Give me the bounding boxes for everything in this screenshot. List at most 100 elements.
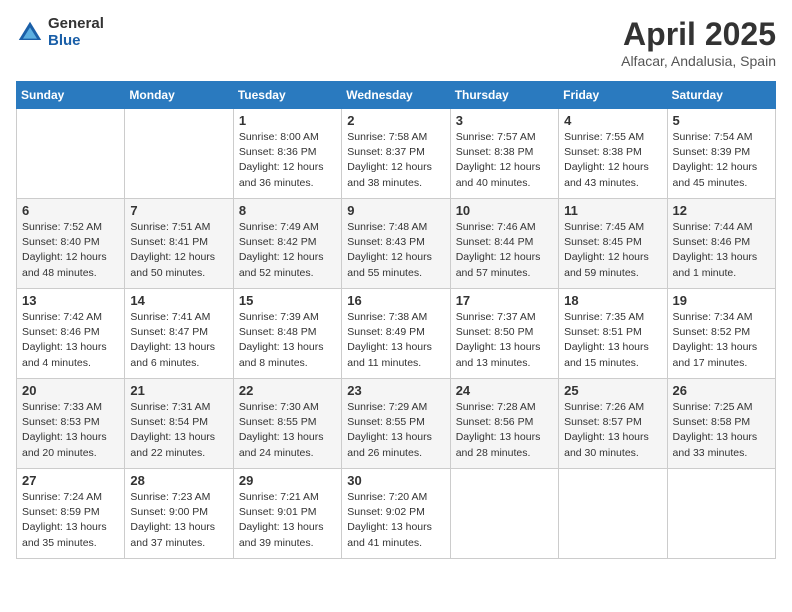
calendar-week-row: 13 Sunrise: 7:42 AMSunset: 8:46 PMDayligh… [17, 289, 776, 379]
day-number: 29 [239, 473, 336, 488]
calendar-cell: 2 Sunrise: 7:58 AMSunset: 8:37 PMDaylight… [342, 109, 450, 199]
weekday-header: Sunday [17, 82, 125, 109]
calendar-cell: 8 Sunrise: 7:49 AMSunset: 8:42 PMDaylight… [233, 199, 341, 289]
logo-icon [16, 19, 44, 47]
day-info: Sunrise: 7:31 AMSunset: 8:54 PMDaylight:… [130, 400, 227, 461]
calendar-cell: 15 Sunrise: 7:39 AMSunset: 8:48 PMDayligh… [233, 289, 341, 379]
calendar-cell: 27 Sunrise: 7:24 AMSunset: 8:59 PMDayligh… [17, 469, 125, 559]
day-info: Sunrise: 7:24 AMSunset: 8:59 PMDaylight:… [22, 490, 119, 551]
day-info: Sunrise: 7:33 AMSunset: 8:53 PMDaylight:… [22, 400, 119, 461]
day-number: 14 [130, 293, 227, 308]
title-area: April 2025 Alfacar, Andalusia, Spain [621, 16, 776, 69]
day-number: 10 [456, 203, 553, 218]
day-info: Sunrise: 7:48 AMSunset: 8:43 PMDaylight:… [347, 220, 444, 281]
weekday-header: Friday [559, 82, 667, 109]
day-number: 21 [130, 383, 227, 398]
calendar-week-row: 1 Sunrise: 8:00 AMSunset: 8:36 PMDaylight… [17, 109, 776, 199]
calendar-week-row: 20 Sunrise: 7:33 AMSunset: 8:53 PMDayligh… [17, 379, 776, 469]
day-number: 5 [673, 113, 770, 128]
calendar-cell: 21 Sunrise: 7:31 AMSunset: 8:54 PMDayligh… [125, 379, 233, 469]
day-info: Sunrise: 7:51 AMSunset: 8:41 PMDaylight:… [130, 220, 227, 281]
weekday-header: Saturday [667, 82, 775, 109]
day-number: 2 [347, 113, 444, 128]
calendar-cell: 6Sunrise: 7:52 AMSunset: 8:40 PMDaylight… [17, 199, 125, 289]
day-number: 25 [564, 383, 661, 398]
weekday-header: Thursday [450, 82, 558, 109]
calendar-cell: 5 Sunrise: 7:54 AMSunset: 8:39 PMDaylight… [667, 109, 775, 199]
day-info: Sunrise: 7:20 AMSunset: 9:02 PMDaylight:… [347, 490, 444, 551]
calendar-week-row: 6Sunrise: 7:52 AMSunset: 8:40 PMDaylight… [17, 199, 776, 289]
calendar-cell: 20 Sunrise: 7:33 AMSunset: 8:53 PMDayligh… [17, 379, 125, 469]
day-info: Sunrise: 7:45 AMSunset: 8:45 PMDaylight:… [564, 220, 661, 281]
day-info: Sunrise: 8:00 AMSunset: 8:36 PMDaylight:… [239, 130, 336, 191]
day-info: Sunrise: 7:35 AMSunset: 8:51 PMDaylight:… [564, 310, 661, 371]
day-info: Sunrise: 7:44 AMSunset: 8:46 PMDaylight:… [673, 220, 770, 281]
day-number: 28 [130, 473, 227, 488]
day-info: Sunrise: 7:49 AMSunset: 8:42 PMDaylight:… [239, 220, 336, 281]
calendar-cell: 12 Sunrise: 7:44 AMSunset: 8:46 PMDayligh… [667, 199, 775, 289]
weekday-header: Wednesday [342, 82, 450, 109]
day-number: 8 [239, 203, 336, 218]
day-info: Sunrise: 7:21 AMSunset: 9:01 PMDaylight:… [239, 490, 336, 551]
calendar-cell: 10 Sunrise: 7:46 AMSunset: 8:44 PMDayligh… [450, 199, 558, 289]
day-number: 19 [673, 293, 770, 308]
calendar-cell: 9Sunrise: 7:48 AMSunset: 8:43 PMDaylight… [342, 199, 450, 289]
day-info: Sunrise: 7:23 AMSunset: 9:00 PMDaylight:… [130, 490, 227, 551]
day-info: Sunrise: 7:39 AMSunset: 8:48 PMDaylight:… [239, 310, 336, 371]
weekday-header-row: SundayMondayTuesdayWednesdayThursdayFrid… [17, 82, 776, 109]
day-number: 26 [673, 383, 770, 398]
day-info: Sunrise: 7:42 AMSunset: 8:46 PMDaylight:… [22, 310, 119, 371]
calendar-cell: 13 Sunrise: 7:42 AMSunset: 8:46 PMDayligh… [17, 289, 125, 379]
calendar-cell: 4Sunrise: 7:55 AMSunset: 8:38 PMDaylight… [559, 109, 667, 199]
day-number: 15 [239, 293, 336, 308]
day-number: 20 [22, 383, 119, 398]
day-number: 7 [130, 203, 227, 218]
calendar-cell: 25 Sunrise: 7:26 AMSunset: 8:57 PMDayligh… [559, 379, 667, 469]
day-info: Sunrise: 7:41 AMSunset: 8:47 PMDaylight:… [130, 310, 227, 371]
day-number: 27 [22, 473, 119, 488]
day-number: 23 [347, 383, 444, 398]
day-info: Sunrise: 7:34 AMSunset: 8:52 PMDaylight:… [673, 310, 770, 371]
day-info: Sunrise: 7:54 AMSunset: 8:39 PMDaylight:… [673, 130, 770, 191]
day-number: 30 [347, 473, 444, 488]
logo-blue-text: Blue [48, 33, 104, 50]
day-info: Sunrise: 7:30 AMSunset: 8:55 PMDaylight:… [239, 400, 336, 461]
calendar-cell: 18Sunrise: 7:35 AMSunset: 8:51 PMDayligh… [559, 289, 667, 379]
day-info: Sunrise: 7:25 AMSunset: 8:58 PMDaylight:… [673, 400, 770, 461]
calendar-cell [125, 109, 233, 199]
day-info: Sunrise: 7:55 AMSunset: 8:38 PMDaylight:… [564, 130, 661, 191]
weekday-header: Tuesday [233, 82, 341, 109]
calendar-cell: 16Sunrise: 7:38 AMSunset: 8:49 PMDayligh… [342, 289, 450, 379]
calendar-cell: 17Sunrise: 7:37 AMSunset: 8:50 PMDayligh… [450, 289, 558, 379]
month-title: April 2025 [621, 16, 776, 53]
weekday-header: Monday [125, 82, 233, 109]
day-number: 11 [564, 203, 661, 218]
day-info: Sunrise: 7:26 AMSunset: 8:57 PMDaylight:… [564, 400, 661, 461]
day-number: 12 [673, 203, 770, 218]
day-number: 3 [456, 113, 553, 128]
day-info: Sunrise: 7:29 AMSunset: 8:55 PMDaylight:… [347, 400, 444, 461]
day-info: Sunrise: 7:57 AMSunset: 8:38 PMDaylight:… [456, 130, 553, 191]
page-header: General Blue April 2025 Alfacar, Andalus… [16, 16, 776, 69]
calendar-cell: 3 Sunrise: 7:57 AMSunset: 8:38 PMDaylight… [450, 109, 558, 199]
location-text: Alfacar, Andalusia, Spain [621, 53, 776, 69]
calendar-cell: 24 Sunrise: 7:28 AMSunset: 8:56 PMDayligh… [450, 379, 558, 469]
calendar-cell: 11 Sunrise: 7:45 AMSunset: 8:45 PMDayligh… [559, 199, 667, 289]
logo: General Blue [16, 16, 104, 49]
calendar-cell: 26 Sunrise: 7:25 AMSunset: 8:58 PMDayligh… [667, 379, 775, 469]
calendar-cell: 22Sunrise: 7:30 AMSunset: 8:55 PMDayligh… [233, 379, 341, 469]
day-info: Sunrise: 7:37 AMSunset: 8:50 PMDaylight:… [456, 310, 553, 371]
day-info: Sunrise: 7:28 AMSunset: 8:56 PMDaylight:… [456, 400, 553, 461]
day-info: Sunrise: 7:58 AMSunset: 8:37 PMDaylight:… [347, 130, 444, 191]
day-number: 13 [22, 293, 119, 308]
calendar-week-row: 27 Sunrise: 7:24 AMSunset: 8:59 PMDayligh… [17, 469, 776, 559]
calendar-cell: 14 Sunrise: 7:41 AMSunset: 8:47 PMDayligh… [125, 289, 233, 379]
calendar-table: SundayMondayTuesdayWednesdayThursdayFrid… [16, 81, 776, 559]
calendar-cell: 29 Sunrise: 7:21 AMSunset: 9:01 PMDayligh… [233, 469, 341, 559]
calendar-cell [450, 469, 558, 559]
calendar-cell [17, 109, 125, 199]
calendar-cell: 30 Sunrise: 7:20 AMSunset: 9:02 PMDayligh… [342, 469, 450, 559]
day-info: Sunrise: 7:46 AMSunset: 8:44 PMDaylight:… [456, 220, 553, 281]
day-number: 24 [456, 383, 553, 398]
day-number: 1 [239, 113, 336, 128]
